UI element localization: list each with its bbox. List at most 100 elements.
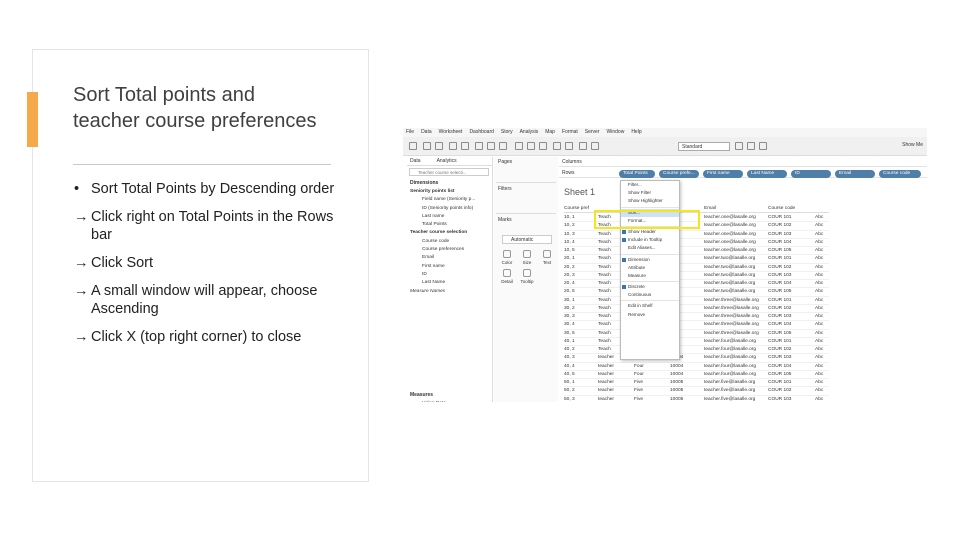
- context-menu-item[interactable]: Remove: [621, 311, 679, 319]
- clear-icon[interactable]: [499, 142, 507, 150]
- table-row[interactable]: 30, 3 Teach teacher.three@lasalle.org COUR …: [564, 313, 829, 322]
- columns-shelf[interactable]: Columns: [559, 157, 927, 167]
- table-row[interactable]: 40, 5 teacher Four 10004 teacher.four@lasall…: [564, 371, 829, 379]
- color-button[interactable]: Color: [497, 250, 517, 265]
- pill-id[interactable]: ID: [791, 170, 831, 178]
- dimension-item[interactable]: Email: [410, 254, 492, 262]
- table-row[interactable]: 30, 2 Teach teacher.three@lasalle.org COUR …: [564, 305, 829, 313]
- dimension-item[interactable]: Course preferences: [410, 246, 492, 254]
- duplicate-icon[interactable]: [487, 142, 495, 150]
- header-course-code: Course code: [768, 206, 796, 211]
- context-menu-item[interactable]: Dimension: [621, 256, 679, 264]
- table-row[interactable]: 40, 2 Teach teacher.four@lasalle.org COUR 1…: [564, 346, 829, 355]
- pill-total-points[interactable]: Total Points: [619, 170, 655, 178]
- measure-item[interactable]: Hiring Date: [410, 400, 492, 402]
- dimension-item[interactable]: Field name (Seniority p...: [410, 196, 492, 204]
- sort-descending-icon[interactable]: [539, 142, 547, 150]
- context-menu-item[interactable]: Continuous: [621, 291, 679, 299]
- dimension-item[interactable]: ID (Seniority points info): [410, 205, 492, 213]
- table-row[interactable]: 10, 4 Teach teacher.one@lasalle.org COUR 10…: [564, 239, 829, 247]
- text-button[interactable]: Text: [537, 250, 557, 265]
- new-sheet-icon[interactable]: [475, 142, 483, 150]
- dimension-item[interactable]: ID: [410, 271, 492, 279]
- menu-dashboard[interactable]: Dashboard: [469, 128, 493, 137]
- dimension-item[interactable]: Course code: [410, 238, 492, 246]
- pill-email[interactable]: Email: [835, 170, 875, 178]
- label-icon[interactable]: [579, 142, 587, 150]
- menu-window[interactable]: Window: [607, 128, 625, 137]
- table-row[interactable]: 20, 4 Teach teacher.two@lasalle.org COUR 10…: [564, 280, 829, 289]
- pill-last-name[interactable]: Last Name: [747, 170, 787, 178]
- table-row[interactable]: 40, 3teacherFour10004teacher.four@lasall…: [564, 354, 829, 363]
- back-icon[interactable]: [423, 142, 431, 150]
- menu-worksheet[interactable]: Worksheet: [439, 128, 463, 137]
- tab-analytics[interactable]: Analytics: [437, 157, 457, 165]
- table-row[interactable]: 50, 2 teacher Five 10005 teacher.five@lasall…: [564, 387, 829, 396]
- context-menu-item[interactable]: Filter...: [621, 181, 679, 189]
- table-row[interactable]: 40, 1 Teach teacher.four@lasalle.org COUR 1…: [564, 338, 829, 346]
- pill-first-name[interactable]: First name: [703, 170, 743, 178]
- add-datasource-icon[interactable]: [461, 142, 469, 150]
- marks-label: Marks: [498, 217, 512, 223]
- dimension-item[interactable]: Last Name: [410, 279, 492, 287]
- context-menu-item[interactable]: Edit in Shelf: [621, 302, 679, 310]
- dimension-item[interactable]: Seniority points list: [410, 188, 492, 196]
- table-cell: teacher.four@lasalle.org: [704, 347, 757, 352]
- context-menu-item[interactable]: Show Filter: [621, 189, 679, 197]
- table-cell: 20, 2: [564, 264, 575, 270]
- table-row[interactable]: 30, 1 Teach teacher.three@lasalle.org COUR …: [564, 297, 829, 305]
- show-me-button[interactable]: Show Me: [902, 142, 923, 148]
- table-row[interactable]: 40, 4 teacher Four 10004 teacher.four@lasall…: [564, 363, 829, 371]
- context-menu-item[interactable]: Include in Tooltip: [621, 236, 679, 244]
- tooltip-icon[interactable]: [735, 142, 743, 150]
- menu-story[interactable]: Story: [501, 128, 513, 137]
- dimension-item[interactable]: First name: [410, 263, 492, 271]
- save-icon[interactable]: [449, 142, 457, 150]
- rows-shelf[interactable]: Rows Total Points Course prefe... First …: [559, 168, 927, 178]
- pill-course-code[interactable]: Course code: [879, 170, 921, 178]
- context-menu-item[interactable]: Edit Aliases...: [621, 244, 679, 252]
- table-row[interactable]: 30, 5 Teach teacher.three@lasalle.org COUR …: [564, 330, 829, 338]
- detail-button[interactable]: Detail: [497, 269, 517, 284]
- presentation-icon[interactable]: [747, 142, 755, 150]
- context-menu-item[interactable]: Show Header: [621, 228, 679, 236]
- menu-data[interactable]: Data: [421, 128, 432, 137]
- context-menu-item[interactable]: Attribute: [621, 264, 679, 272]
- sort-ascending-icon[interactable]: [527, 142, 535, 150]
- highlight-icon[interactable]: [553, 142, 561, 150]
- menu-format[interactable]: Format: [562, 128, 578, 137]
- fix-axes-icon[interactable]: [591, 142, 599, 150]
- tooltip-button[interactable]: Tooltip: [517, 269, 537, 284]
- table-row[interactable]: 20, 3 Teach teacher.two@lasalle.org COUR 10…: [564, 272, 829, 280]
- dimension-item[interactable]: Teacher course selection: [410, 229, 492, 237]
- menu-file[interactable]: File: [406, 128, 414, 137]
- table-row[interactable]: 50, 1 teacher Five 10005 teacher.five@lasall…: [564, 379, 829, 388]
- table-row[interactable]: 20, 2 Teach teacher.two@lasalle.org COUR 10…: [564, 264, 829, 272]
- pill-course-preferences[interactable]: Course prefe...: [659, 170, 699, 178]
- forward-icon[interactable]: [435, 142, 443, 150]
- dimension-item[interactable]: Measure Names: [410, 288, 492, 296]
- table-row[interactable]: 20, 5 Teach teacher.two@lasalle.org COUR 10…: [564, 288, 829, 297]
- share-icon[interactable]: [759, 142, 767, 150]
- fit-dropdown[interactable]: Standard: [678, 142, 730, 151]
- menu-help[interactable]: Help: [631, 128, 641, 137]
- group-icon[interactable]: [565, 142, 573, 150]
- dimension-item[interactable]: Last name: [410, 213, 492, 221]
- datasource-selector[interactable]: Teacher course selecti...: [409, 168, 489, 176]
- menu-map[interactable]: Map: [545, 128, 555, 137]
- table-row[interactable]: 50, 3 teacher Five 10005 teacher.five@lasall…: [564, 396, 829, 403]
- tab-data[interactable]: Data: [410, 157, 421, 165]
- context-menu-item[interactable]: Show Highlighter: [621, 197, 679, 205]
- table-row[interactable]: 30, 4 Teach teacher.three@lasalle.org COUR …: [564, 321, 829, 330]
- menu-server[interactable]: Server: [585, 128, 600, 137]
- context-menu-item[interactable]: Measure: [621, 272, 679, 280]
- menu-analysis[interactable]: Analysis: [520, 128, 539, 137]
- dimension-item[interactable]: Total Points: [410, 221, 492, 229]
- table-row[interactable]: 20, 1 Teach teacher.two@lasalle.org COUR 10…: [564, 255, 829, 264]
- swap-icon[interactable]: [515, 142, 523, 150]
- table-row[interactable]: 10, 5 Teach teacher.one@lasalle.org COUR 10…: [564, 247, 829, 256]
- table-row[interactable]: 10, 3 Teach teacher.one@lasalle.org COUR 10…: [564, 231, 829, 239]
- size-button[interactable]: Size: [517, 250, 537, 265]
- context-menu-item[interactable]: Discrete: [621, 283, 679, 291]
- mark-type-dropdown[interactable]: Automatic: [502, 235, 552, 244]
